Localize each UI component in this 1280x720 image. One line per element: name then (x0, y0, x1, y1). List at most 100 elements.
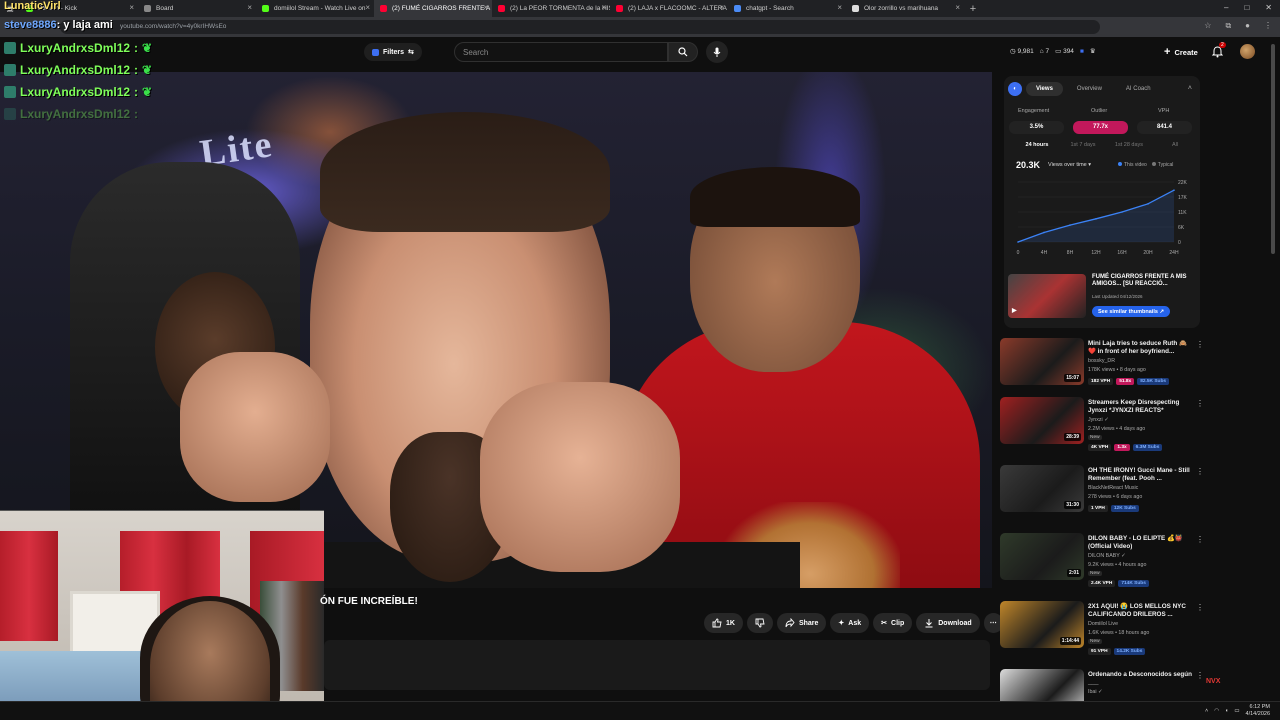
channel-name[interactable]: Jynxzi ✓ (1088, 417, 1109, 423)
page-scrollbar[interactable] (1271, 44, 1275, 254)
download-button[interactable]: Download (916, 613, 980, 633)
star-icon[interactable]: ☆ (1204, 21, 1211, 31)
video-title[interactable]: Streamers Keep Disrespecting Jynxzi *JYN… (1088, 399, 1192, 415)
analytics-panel: ◐ Views Overview AI Coach ˄ Engagement O… (1004, 76, 1200, 328)
more-options-icon[interactable]: ⋮ (1196, 671, 1204, 680)
tab-close-icon[interactable]: × (837, 3, 842, 12)
wifi-icon[interactable]: ◠ (1214, 708, 1219, 714)
video-title[interactable]: DILON BABY - LO ELIPTE 💰👹 (Official Vide… (1088, 535, 1192, 551)
microphone-icon (713, 47, 721, 57)
time-range-selector: 24 hours 1st 7 days 1st 28 days All (1014, 142, 1198, 148)
trophy-icon[interactable]: ♛ (1090, 47, 1096, 55)
recommended-video[interactable]: 15:07 Mini Laja tries to seduce Ruth 🙈❤️ … (1000, 338, 1206, 402)
video-thumbnail[interactable]: 28:39 (1000, 397, 1084, 444)
kpi-label: Engagement (1018, 108, 1050, 114)
tab-ai-coach[interactable]: AI Coach (1116, 82, 1161, 96)
create-button[interactable]: + Create (1156, 43, 1206, 61)
profile-icon[interactable]: ● (1245, 21, 1250, 31)
account-avatar[interactable] (1240, 44, 1255, 59)
tab-close-icon[interactable]: × (955, 3, 960, 12)
chat-username: steve8886 (4, 19, 57, 31)
channel-name[interactable]: Ibai ✓ (1088, 689, 1102, 695)
more-options-icon[interactable]: ⋮ (1196, 399, 1204, 408)
current-video-thumbnail[interactable]: ▶ (1008, 274, 1086, 318)
close-icon[interactable]: ✕ (1265, 3, 1272, 12)
recommended-video[interactable]: 28:39 Streamers Keep Disrespecting Jynxzi… (1000, 397, 1206, 461)
range-28d[interactable]: 1st 28 days (1106, 142, 1152, 148)
y-tick-label: 11K (1178, 210, 1187, 216)
tab-overview[interactable]: Overview (1067, 82, 1112, 96)
browser-tab[interactable]: (2) La PEOR TORMENTA de la HIS × (492, 0, 610, 17)
system-tray: ˄ ◠ ◖ ▭ 6:12 PM 4/14/2026 (1205, 704, 1270, 718)
more-options-icon[interactable]: ⋮ (1196, 603, 1204, 612)
channel-name[interactable]: bossky_DR (1088, 358, 1115, 364)
video-title: ÓN FUE INCREÍBLE! (320, 596, 418, 607)
extension-icon[interactable]: ■ (1080, 48, 1084, 55)
video-title[interactable]: Ordenando a Desconocidos según ___ (1088, 671, 1192, 687)
channel-name[interactable]: BlackNetReact Music (1088, 485, 1138, 491)
tab-views[interactable]: Views (1026, 82, 1063, 96)
chevron-up-icon[interactable]: ˄ (1205, 708, 1208, 714)
browser-tab[interactable]: Olor zorrillo vs marihuana × (846, 0, 964, 17)
description-box[interactable] (324, 640, 990, 690)
similar-thumbnails-button[interactable]: See similar thumbnails ↗ (1092, 306, 1171, 317)
clip-button[interactable]: ✂ Clip (873, 613, 913, 633)
clock[interactable]: 6:12 PM 4/14/2026 (1246, 704, 1270, 718)
browser-tab[interactable]: chatgpt - Search × (728, 0, 846, 17)
video-title[interactable]: OH THE IRONY! Gucci Mane - Still Remembe… (1088, 467, 1192, 483)
browser-tab[interactable]: (2) LAJA x FLACOOMC - ALTERA × (610, 0, 728, 17)
maximize-icon[interactable]: □ (1244, 3, 1249, 12)
thumbs-up-right (480, 382, 680, 572)
x-tick-label: 0 (1017, 250, 1020, 256)
new-tab-button[interactable]: + (964, 3, 982, 15)
recommended-video[interactable]: 2:01 DILON BABY - LO ELIPTE 💰👹 (Official … (1000, 533, 1206, 597)
more-options-icon[interactable]: ⋮ (1196, 340, 1204, 349)
search-button[interactable] (668, 42, 698, 62)
channel-name[interactable]: Domiilol Live (1088, 621, 1118, 627)
analytics-tabs: ◐ Views Overview AI Coach (1008, 82, 1161, 96)
ask-button[interactable]: ✦ Ask (830, 613, 870, 633)
video-thumbnail[interactable]: 1:14:44 (1000, 601, 1084, 648)
video-thumbnail[interactable]: 15:07 (1000, 338, 1084, 385)
tab-close-icon[interactable]: × (483, 3, 488, 12)
voice-search-button[interactable] (706, 41, 728, 63)
recommended-video[interactable]: 31:30 OH THE IRONY! Gucci Mane - Still Re… (1000, 465, 1206, 529)
main-person-hair (320, 112, 610, 232)
tab-close-icon[interactable]: × (365, 3, 370, 12)
range-7d[interactable]: 1st 7 days (1060, 142, 1106, 148)
battery-icon[interactable]: ▭ (1234, 708, 1239, 714)
tab-close-icon[interactable]: × (601, 3, 606, 12)
metric-dropdown[interactable]: Views over time ▾ (1048, 162, 1091, 168)
extensions-icon[interactable]: ⧉ (1225, 21, 1231, 31)
recommended-video[interactable]: 1:14:44 2X1 AQUI! 😭 LOS MELLOS NYC CALIFI… (1000, 601, 1206, 665)
outlier-chip: 51.8x (1116, 378, 1135, 385)
subs-chip: 6.3M Subs (1132, 444, 1163, 451)
dislike-button[interactable] (746, 613, 773, 633)
search-input[interactable]: Search (454, 42, 668, 62)
volume-icon[interactable]: ◖ (1225, 708, 1228, 714)
like-button[interactable]: 1K (704, 613, 743, 633)
more-icon: ⋯ (989, 620, 997, 627)
menu-icon[interactable]: ⋮ (1264, 21, 1272, 31)
browser-tab[interactable]: (2) FUMÉ CIGARROS FRENTE A M × (374, 0, 492, 17)
leaf-emote-icon: ❦ (142, 41, 153, 55)
more-options-icon[interactable]: ⋮ (1196, 467, 1204, 476)
range-24h[interactable]: 24 hours (1014, 142, 1060, 148)
range-all[interactable]: All (1152, 142, 1198, 148)
vph-chip: 91 VPH (1088, 648, 1111, 655)
chat-username: LxuryAndrxsDml12 (20, 85, 131, 99)
channel-name[interactable]: DILON BABY ✓ (1088, 553, 1126, 559)
video-title[interactable]: Mini Laja tries to seduce Ruth 🙈❤️ in fr… (1088, 340, 1192, 356)
tab-close-icon[interactable]: × (719, 3, 724, 12)
notifications-button[interactable]: 2 (1211, 42, 1226, 63)
share-button[interactable]: Share (776, 613, 827, 633)
video-thumbnail[interactable]: 2:01 (1000, 533, 1084, 580)
leaf-emote-icon: ❦ (142, 85, 153, 99)
minimize-icon[interactable]: – (1224, 3, 1228, 12)
chevron-up-icon[interactable]: ˄ (1188, 85, 1192, 92)
video-title[interactable]: 2X1 AQUI! 😭 LOS MELLOS NYC CALIFICANDO D… (1088, 603, 1192, 619)
video-thumbnail[interactable]: 31:30 (1000, 465, 1084, 512)
subs-chip: 714K Subs (1118, 580, 1149, 587)
more-options-icon[interactable]: ⋮ (1196, 535, 1204, 544)
filters-button[interactable]: Filters ⇆ (364, 43, 422, 61)
